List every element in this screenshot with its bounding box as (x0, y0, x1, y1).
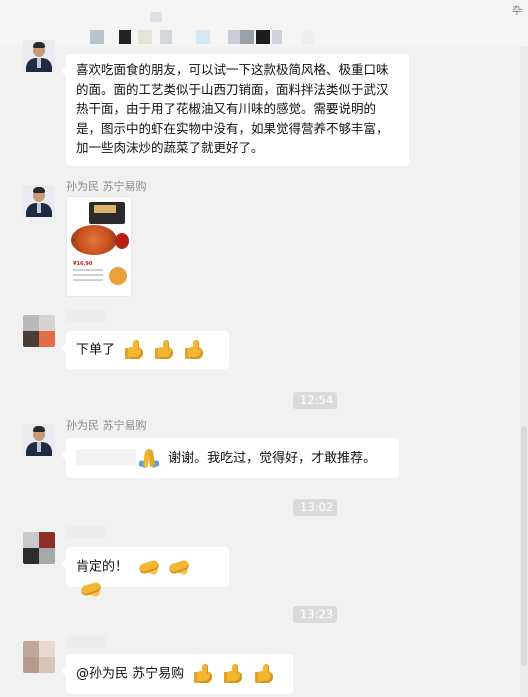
thumbs-up-icon (224, 663, 246, 685)
thumbs-up-icon (155, 339, 177, 361)
timestamp: 13:02 (293, 499, 337, 516)
avatar[interactable] (23, 185, 55, 217)
avatar-tie (37, 58, 41, 68)
handshake-icon (168, 556, 191, 578)
redacted-block (228, 30, 240, 44)
message-bubble[interactable]: 谢谢。我吃过，觉得好，才敢推荐。 (61, 438, 399, 478)
noodle-bowl-graphic (71, 225, 117, 255)
avatar-tie (37, 442, 41, 452)
message-bubble[interactable]: 喜欢吃面食的朋友，可以试一下这款极简风格、极重口味的面。面的工艺类似于山西刀销面… (61, 54, 409, 166)
avatar[interactable] (23, 315, 55, 347)
redacted-block (272, 30, 282, 44)
message-text: @孙为民 苏宁易购 (76, 666, 185, 682)
message-text: 下单了 (76, 342, 116, 358)
message-bubble[interactable]: 肯定的！ (61, 547, 229, 598)
avatar[interactable] (23, 424, 55, 456)
redacted-block (196, 30, 210, 44)
product-badge (109, 267, 127, 285)
avatar[interactable] (23, 641, 55, 673)
scrollbar[interactable] (520, 46, 528, 697)
product-text-lines (73, 269, 103, 284)
avatar-hair (33, 426, 45, 432)
redacted-block (119, 30, 131, 44)
timestamp: 13:23 (293, 606, 337, 623)
handshake-icon (79, 578, 103, 600)
package-label-graphic (94, 205, 116, 213)
chat-header: 卆 (0, 0, 528, 46)
noodle-product-image[interactable]: ¥16.90 (66, 196, 132, 297)
avatar-hair (33, 42, 45, 48)
redacted-block (160, 30, 172, 44)
redacted-block (302, 30, 314, 44)
redacted-block (150, 12, 162, 22)
chili-graphic (115, 233, 129, 249)
message-bubble[interactable]: @孙为民 苏宁易购 (61, 654, 293, 694)
sender-name: 孙为民 苏宁易购 (66, 180, 147, 193)
message-text: 肯定的！ (76, 559, 129, 575)
thumbs-up-icon (194, 663, 216, 685)
handshake-icon (138, 556, 161, 578)
pin-icon[interactable]: 卆 (512, 2, 522, 17)
redacted-block (256, 30, 270, 44)
scrollbar-thumb[interactable] (521, 426, 527, 666)
redacted-block (138, 30, 152, 44)
product-price: ¥16.90 (73, 261, 93, 267)
redacted-block (90, 30, 104, 44)
avatar[interactable] (23, 532, 55, 564)
thumbs-up-icon (254, 663, 277, 685)
avatar[interactable] (23, 40, 55, 72)
redacted-name (66, 526, 106, 538)
message-bubble[interactable]: 下单了 (61, 331, 229, 369)
redacted-name (66, 636, 106, 648)
redacted-quote (76, 449, 136, 465)
avatar-tie (37, 203, 41, 213)
avatar-hair (33, 187, 45, 193)
redacted-block (240, 30, 254, 44)
message-text: 谢谢。我吃过，觉得好，才敢推荐。 (168, 450, 377, 466)
thumbs-up-icon (125, 339, 147, 361)
redacted-name (66, 310, 106, 322)
thumbs-up-icon (185, 339, 207, 361)
timestamp: 12:54 (293, 392, 337, 409)
sender-name: 孙为民 苏宁易购 (66, 419, 147, 432)
praying-hands-icon (138, 447, 160, 469)
